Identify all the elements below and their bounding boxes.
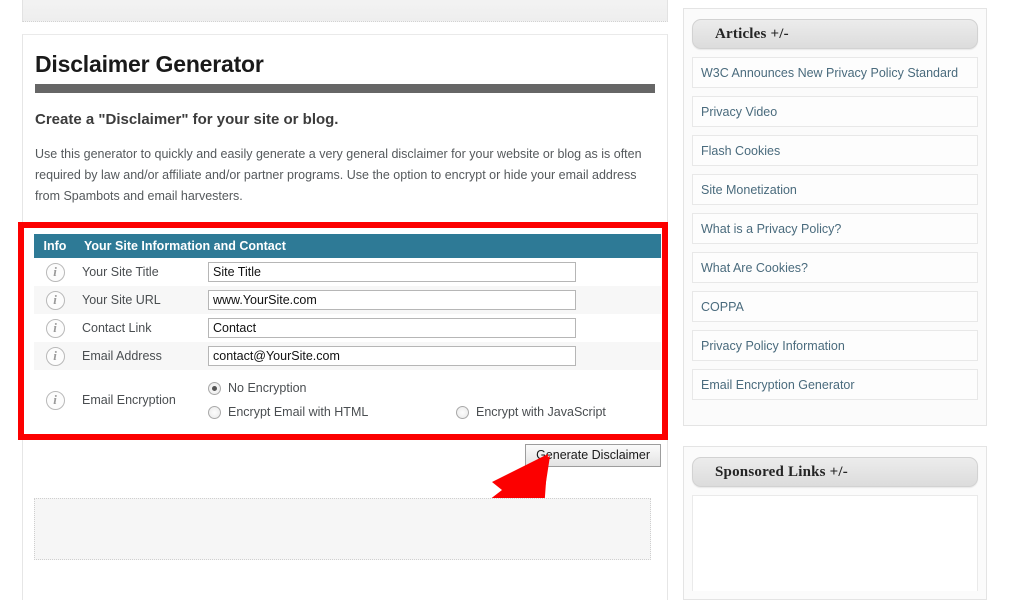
- sidebar-link-site-monetization[interactable]: Site Monetization: [701, 183, 797, 197]
- articles-panel-header-label: Articles +/-: [715, 25, 789, 42]
- right-gutter: [1008, 0, 1024, 600]
- form-table-header-row: Info Your Site Information and Contact: [34, 234, 661, 258]
- radio-option-no-encryption[interactable]: No Encryption: [208, 381, 307, 395]
- articles-link-list: W3C Announces New Privacy Policy Standar…: [692, 57, 978, 400]
- sponsored-links-body: [692, 495, 978, 591]
- radio-dot-encrypt-javascript[interactable]: [456, 405, 469, 419]
- radio-dot-no-encryption[interactable]: [208, 381, 221, 395]
- form-table-body: i Your Site Title i Your Site URL i: [34, 258, 661, 430]
- page-subtitle: Create a "Disclaimer" for your site or b…: [35, 111, 339, 128]
- output-placeholder-box: [34, 498, 651, 560]
- articles-panel-header[interactable]: Articles +/-: [692, 19, 978, 49]
- list-item[interactable]: What is a Privacy Policy?: [692, 213, 978, 244]
- column-header-site-info: Your Site Information and Contact: [76, 234, 661, 258]
- sidebar: Articles +/- W3C Announces New Privacy P…: [678, 0, 1024, 600]
- info-cell: i: [34, 370, 76, 430]
- info-icon[interactable]: i: [45, 346, 65, 366]
- generate-disclaimer-button[interactable]: Generate Disclaimer: [525, 444, 661, 467]
- encryption-radio-line-1: No Encryption: [208, 376, 653, 400]
- radio-label-encrypt-javascript: Encrypt with JavaScript: [476, 405, 606, 419]
- intro-paragraph: Use this generator to quickly and easily…: [35, 147, 642, 203]
- site-title-input[interactable]: [208, 262, 576, 282]
- field-label-site-title: Your Site Title: [76, 258, 200, 286]
- list-item[interactable]: Privacy Video: [692, 96, 978, 127]
- sidebar-link-flash-cookies[interactable]: Flash Cookies: [701, 144, 780, 158]
- content-inner: Disclaimer Generator Create a "Disclaime…: [23, 35, 667, 207]
- generate-button-row: Generate Disclaimer: [34, 444, 661, 467]
- sidebar-link-email-encryption-generator[interactable]: Email Encryption Generator: [701, 378, 855, 392]
- field-cell: [200, 286, 661, 314]
- field-cell: [200, 314, 661, 342]
- page-title: Disclaimer Generator: [35, 51, 264, 77]
- info-icon[interactable]: i: [45, 318, 65, 338]
- list-item[interactable]: COPPA: [692, 291, 978, 322]
- info-cell: i: [34, 286, 76, 314]
- info-icon[interactable]: i: [45, 390, 65, 410]
- sidebar-panel-articles: Articles +/- W3C Announces New Privacy P…: [683, 8, 987, 426]
- field-label-contact-link: Contact Link: [76, 314, 200, 342]
- sponsored-panel-header-label: Sponsored Links +/-: [715, 463, 848, 480]
- field-cell: [200, 342, 661, 370]
- info-cell: i: [34, 314, 76, 342]
- table-row-email-encryption: i Email Encryption No Encryption Encrypt…: [34, 370, 661, 430]
- radio-label-no-encryption: No Encryption: [228, 381, 307, 395]
- site-information-form: Info Your Site Information and Contact i…: [34, 234, 661, 430]
- list-item[interactable]: What Are Cookies?: [692, 252, 978, 283]
- list-item[interactable]: Privacy Policy Information: [692, 330, 978, 361]
- field-label-email-address: Email Address: [76, 342, 200, 370]
- page-root: Disclaimer Generator Create a "Disclaime…: [0, 0, 1024, 600]
- info-cell: i: [34, 258, 76, 286]
- table-row: i Email Address: [34, 342, 661, 370]
- sponsored-panel-header[interactable]: Sponsored Links +/-: [692, 457, 978, 487]
- info-icon[interactable]: i: [45, 290, 65, 310]
- table-row: i Your Site URL: [34, 286, 661, 314]
- sidebar-panel-sponsored: Sponsored Links +/-: [683, 446, 987, 600]
- sidebar-link-what-is-a-privacy-policy[interactable]: What is a Privacy Policy?: [701, 222, 841, 236]
- email-address-input[interactable]: [208, 346, 576, 366]
- sidebar-link-privacy-policy-information[interactable]: Privacy Policy Information: [701, 339, 845, 353]
- encryption-options-cell: No Encryption Encrypt Email with HTML En…: [200, 370, 661, 430]
- list-item[interactable]: W3C Announces New Privacy Policy Standar…: [692, 57, 978, 88]
- field-label-site-url: Your Site URL: [76, 286, 200, 314]
- column-header-info: Info: [34, 234, 76, 258]
- list-item[interactable]: Site Monetization: [692, 174, 978, 205]
- encryption-radio-group: No Encryption Encrypt Email with HTML En…: [208, 374, 653, 426]
- sidebar-link-coppa[interactable]: COPPA: [701, 300, 744, 314]
- site-url-input[interactable]: [208, 290, 576, 310]
- title-divider: [35, 84, 655, 93]
- info-icon[interactable]: i: [45, 262, 65, 282]
- sidebar-link-what-are-cookies[interactable]: What Are Cookies?: [701, 261, 808, 275]
- list-item[interactable]: Email Encryption Generator: [692, 369, 978, 400]
- table-row: i Contact Link: [34, 314, 661, 342]
- top-panel-stub: [22, 0, 668, 22]
- field-cell: [200, 258, 661, 286]
- info-cell: i: [34, 342, 76, 370]
- list-item[interactable]: Flash Cookies: [692, 135, 978, 166]
- contact-link-input[interactable]: [208, 318, 576, 338]
- table-row: i Your Site Title: [34, 258, 661, 286]
- radio-dot-encrypt-html[interactable]: [208, 405, 221, 419]
- form-table-head: Info Your Site Information and Contact: [34, 234, 661, 258]
- sidebar-link-privacy-video[interactable]: Privacy Video: [701, 105, 777, 119]
- radio-label-encrypt-html: Encrypt Email with HTML: [228, 405, 369, 419]
- radio-option-encrypt-html[interactable]: Encrypt Email with HTML: [208, 405, 456, 419]
- encryption-radio-line-2: Encrypt Email with HTML Encrypt with Jav…: [208, 400, 653, 424]
- sidebar-link-w3c-privacy-standard[interactable]: W3C Announces New Privacy Policy Standar…: [701, 66, 958, 80]
- field-label-email-encryption: Email Encryption: [76, 370, 200, 430]
- radio-option-encrypt-javascript[interactable]: Encrypt with JavaScript: [456, 405, 606, 419]
